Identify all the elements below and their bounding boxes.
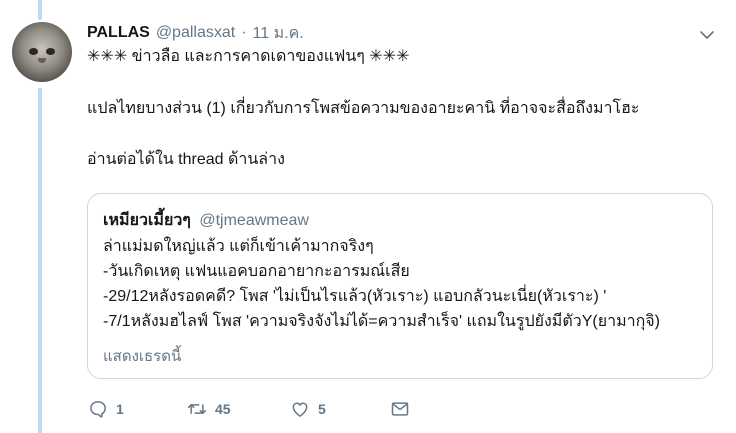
author-name[interactable]: PALLAS xyxy=(87,24,150,42)
heart-icon xyxy=(292,402,308,417)
tweet-timestamp[interactable]: 11 ม.ค. xyxy=(253,21,304,46)
retweet-icon xyxy=(187,404,207,414)
retweet-count: 45 xyxy=(215,401,231,417)
tweet-line[interactable]: อ่านต่อได้ใน thread ด้านล่าง xyxy=(87,149,285,171)
envelope-icon xyxy=(391,402,409,416)
tweet-header: PALLAS @pallasxat · 11 ม.ค. xyxy=(87,22,304,44)
tweet-line: แปลไทยบางส่วน (1) เกี่ยวกับการโพสข้อความ… xyxy=(87,100,640,117)
quoted-line: -วันเกิดเหตุ แฟนแอคบอกอายากะอารมณ์เสีย xyxy=(103,263,410,280)
quoted-author-name: เหมียวเมี้ยวๆ xyxy=(103,212,191,229)
avatar-eye-left xyxy=(29,48,38,55)
avatar-nose xyxy=(38,58,46,63)
thread-line-top xyxy=(38,0,42,20)
reply-count: 1 xyxy=(116,401,124,417)
quoted-tweet[interactable]: เหมียวเมี้ยวๆ @tjmeawmeaw ล่าแม่มดใหญ่แล… xyxy=(87,193,713,379)
chevron-down-icon[interactable] xyxy=(698,26,716,44)
quoted-tweet-header: เหมียวเมี้ยวๆ @tjmeawmeaw xyxy=(103,208,309,233)
thread-line-bottom xyxy=(38,88,42,433)
header-separator: · xyxy=(241,24,247,41)
show-thread-link[interactable]: แสดงเธรดนี้ xyxy=(103,344,181,368)
reply-icon xyxy=(90,401,106,418)
avatar-eye-right xyxy=(46,48,55,55)
direct-message-button[interactable] xyxy=(390,399,410,419)
retweet-button[interactable]: 45 xyxy=(187,399,231,419)
quoted-author-handle: @tjmeawmeaw xyxy=(199,212,309,229)
tweet-line: ✳✳✳ ข่าวลือ และการคาดเดาของแฟนๆ ✳✳✳ xyxy=(87,48,410,65)
quoted-tweet-text: ล่าแม่มดใหญ่แล้ว แต่ก็เข้าเค้ามากจริงๆ -… xyxy=(103,234,660,334)
like-button[interactable]: 5 xyxy=(290,399,326,419)
quoted-line: -29/12หลังรอดคดี? โพส 'ไม่เป็นไรแล้ว(หัว… xyxy=(103,288,607,305)
reply-button[interactable]: 1 xyxy=(88,399,124,419)
avatar[interactable] xyxy=(12,22,72,82)
quoted-line: ล่าแม่มดใหญ่แล้ว แต่ก็เข้าเค้ามากจริงๆ xyxy=(103,238,374,255)
author-handle[interactable]: @pallasxat xyxy=(156,24,235,42)
like-count: 5 xyxy=(318,401,326,417)
quoted-line: -7/1หลังมฮไลฟ์ โพส 'ความจริงจังไม่ได้=คว… xyxy=(103,313,660,330)
